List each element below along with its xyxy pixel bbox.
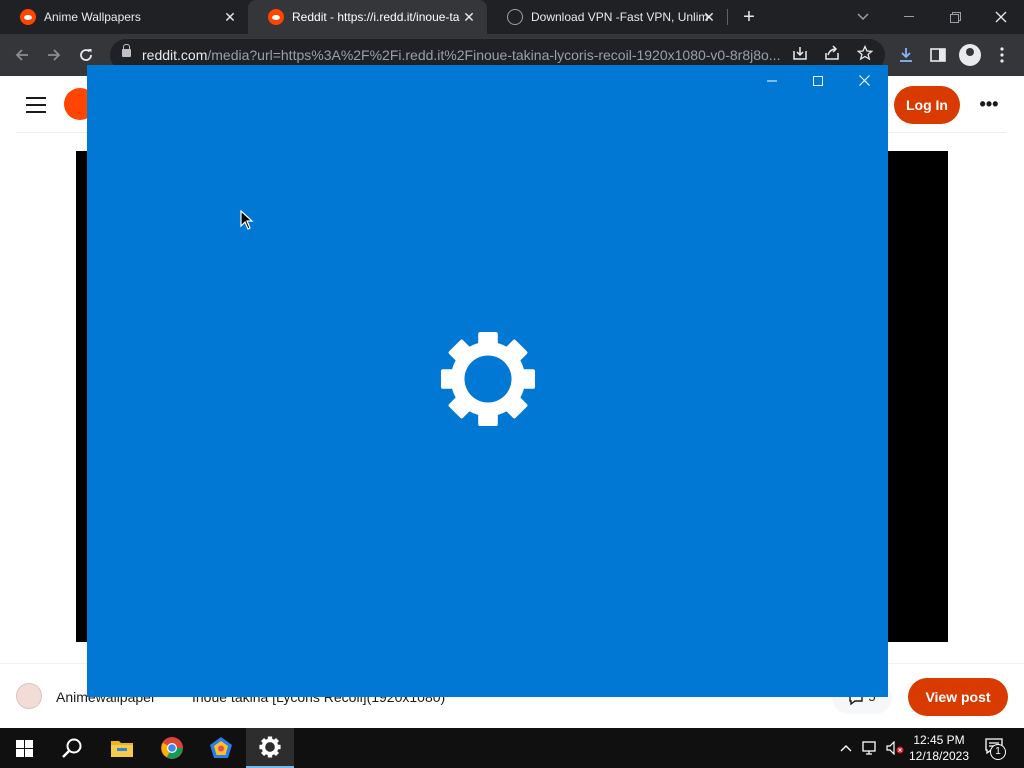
volume-tray-button[interactable] [884,728,906,768]
network-icon [862,741,876,755]
side-panel-icon [930,48,946,62]
taskbar-search-button[interactable] [48,728,96,768]
download-icon [900,48,912,62]
profile-avatar-icon[interactable] [959,44,981,66]
window-close-button[interactable] [978,0,1024,34]
settings-gear-icon [440,331,536,427]
taskbar-file-explorer[interactable] [98,728,146,768]
close-icon [858,75,870,86]
chevron-down-icon [857,13,869,21]
notification-count-badge: 1 [990,744,1006,760]
tab-download-vpn[interactable]: Download VPN -Fast VPN, Unlim ✕ [487,0,727,34]
close-icon[interactable]: ✕ [701,9,717,25]
tab-reddit-media[interactable]: Reddit - https://i.redd.it/inoue-ta ✕ [248,0,487,34]
volume-muted-icon [886,741,904,755]
start-button[interactable] [0,728,48,768]
close-icon [995,11,1007,23]
mouse-cursor-icon [240,210,254,230]
tab-title: Reddit - https://i.redd.it/inoue-ta [292,10,460,24]
globe-icon [507,9,523,25]
user-avatar[interactable] [16,683,42,709]
reddit-icon [268,9,284,25]
tab-divider [727,9,728,25]
window-restore-button[interactable] [932,0,978,34]
network-tray-button[interactable] [860,728,882,768]
download-page-icon [793,47,807,60]
new-tab-button[interactable]: + [738,6,760,28]
windows-taskbar: 12:45 PM 12/18/2023 1 [0,728,1024,768]
settings-splash-window[interactable] [87,65,888,697]
bookmark-star-icon[interactable] [855,44,875,65]
app-icon [210,737,232,758]
splash-maximize-button[interactable] [803,71,833,91]
view-post-button[interactable]: View post [908,678,1008,716]
arrow-left-icon [15,49,28,61]
start-icon [15,739,33,757]
lock-icon [122,44,131,57]
minimize-icon [904,16,914,17]
arrow-right-icon [48,49,61,61]
hamburger-menu-icon[interactable] [26,97,46,113]
tab-title: Download VPN -Fast VPN, Unlim [531,10,709,24]
install-app-icon[interactable] [790,45,810,65]
share-icon[interactable] [822,45,842,65]
clock-date: 12/18/2023 [908,749,970,763]
search-icon [62,738,82,758]
restore-icon [949,11,961,23]
url-text: reddit.com/media?url=https%3A%2F%2Fi.red… [142,47,781,63]
side-panel-button[interactable] [925,42,951,68]
clock-time: 12:45 PM [913,733,965,747]
tab-anime-wallpapers[interactable]: Anime Wallpapers ✕ [0,0,248,34]
file-explorer-icon [111,741,133,757]
forward-button[interactable] [41,42,67,68]
downloads-button[interactable] [893,42,919,68]
share-arrow-icon [825,45,839,60]
more-options-icon[interactable]: ••• [978,93,1000,115]
tab-title: Anime Wallpapers [44,10,141,24]
chrome-icon [161,737,183,759]
close-icon[interactable]: ✕ [222,9,238,25]
screen: Anime Wallpapers ✕ Reddit - https://i.re… [0,0,1024,768]
maximize-icon [813,76,823,86]
settings-icon [259,736,281,758]
tab-search-button[interactable] [840,0,886,34]
tab-strip: Anime Wallpapers ✕ Reddit - https://i.re… [0,0,1024,34]
taskbar-clock[interactable]: 12:45 PM 12/18/2023 [905,732,973,764]
splash-minimize-button[interactable] [757,71,787,91]
show-hidden-icons-button[interactable] [836,728,856,768]
chevron-up-icon [840,745,852,752]
taskbar-chrome[interactable] [148,728,196,768]
chrome-menu-button[interactable] [990,42,1014,68]
close-icon[interactable]: ✕ [461,9,477,25]
taskbar-app[interactable] [197,728,245,768]
splash-close-button[interactable] [849,71,879,91]
taskbar-settings[interactable] [246,728,294,768]
reddit-icon [20,9,36,25]
star-icon [856,44,874,61]
window-minimize-button[interactable] [886,0,932,34]
back-button[interactable] [9,42,35,68]
kebab-menu-icon [1000,47,1004,63]
minimize-icon [767,80,777,82]
login-button[interactable]: Log In [894,86,960,124]
reload-icon [80,49,92,61]
